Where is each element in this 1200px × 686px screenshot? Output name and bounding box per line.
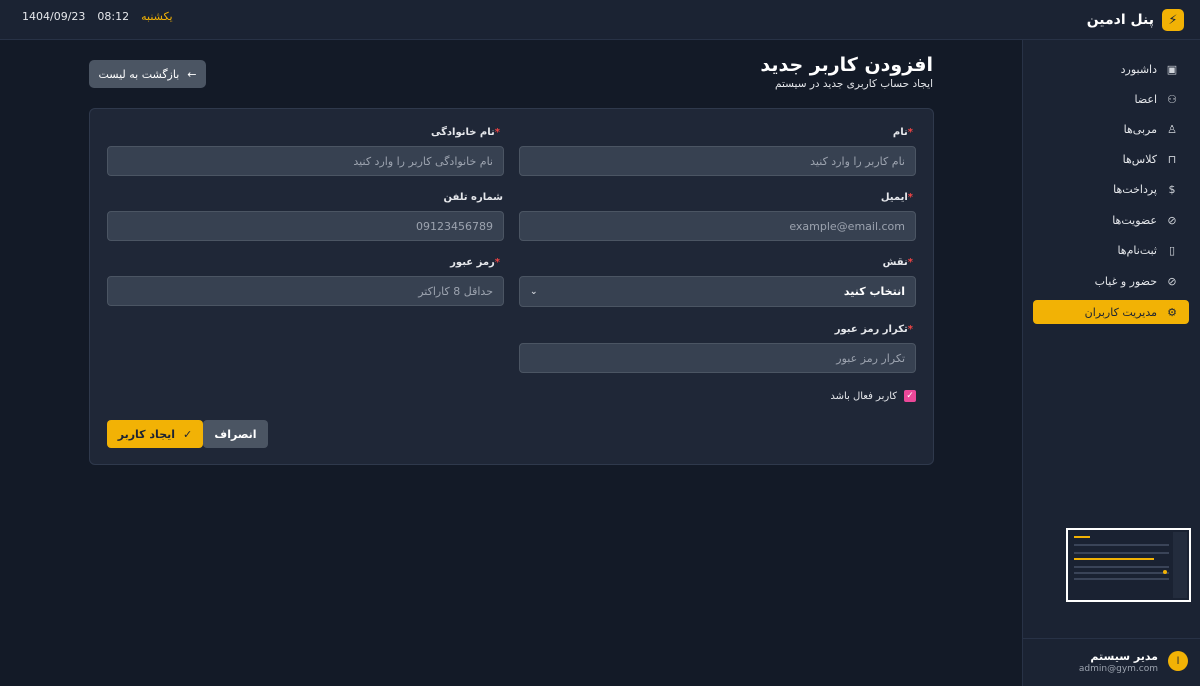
- user-icon: ♙: [1167, 122, 1177, 136]
- preview-line: [1074, 544, 1169, 546]
- phone-label: شماره تلفن: [444, 192, 503, 203]
- avatar: ا: [1168, 651, 1188, 671]
- email-label-text: ایمیل: [880, 192, 908, 203]
- sidebar: ▣ داشبورد ⚇ اعضا ♙ مربی‌ها ⊓ کلاس‌ها $ پ…: [1022, 40, 1200, 686]
- last-name-input[interactable]: [107, 146, 504, 176]
- sidebar-item-payments[interactable]: $ پرداخت‌ها: [1033, 177, 1189, 201]
- email-label: ایمیل*: [881, 192, 916, 203]
- brand[interactable]: ⚡ پنل ادمین: [1087, 6, 1184, 34]
- day-of-week: یکشنبه: [141, 10, 173, 23]
- dollar-icon: $: [1168, 182, 1176, 196]
- role-selected-value: انتخاب کنید: [843, 285, 905, 298]
- required-mark: *: [494, 257, 500, 268]
- user-form-card: نام* نام خانوادگی* ایمیل* شماره تلفن نقش…: [89, 108, 934, 465]
- password-confirm-label-text: تکرار رمز عبور: [834, 324, 908, 335]
- active-user-checkbox-row[interactable]: ✓ کاربر فعال باشد: [830, 390, 916, 402]
- sidebar-item-user-management[interactable]: ⚙ مدیریت کاربران: [1033, 300, 1189, 324]
- active-user-checkbox-label: کاربر فعال باشد: [830, 390, 897, 402]
- date-time: 1404/09/23 08:12 یکشنبه: [22, 10, 173, 23]
- preview-sidebar: [1173, 532, 1187, 598]
- sidebar-item-registrations[interactable]: ▯ ثبت‌نام‌ها: [1033, 238, 1189, 262]
- sidebar-item-label: پرداخت‌ها: [1113, 182, 1157, 196]
- user-cog-icon: ⚙: [1167, 305, 1177, 319]
- lightning-icon: ⚡: [1162, 9, 1184, 31]
- role-label: نقش*: [883, 257, 916, 268]
- create-user-button-label: ایجاد کاربر: [117, 427, 176, 441]
- last-name-label: نام خانوادگی*: [431, 127, 503, 138]
- page-preview-thumbnail[interactable]: [1066, 528, 1191, 602]
- back-to-list-button[interactable]: ← بازگشت به لیست: [89, 60, 206, 88]
- check-circle-icon: ⊘: [1167, 274, 1177, 288]
- date: 1404/09/23: [22, 10, 86, 23]
- required-mark: *: [907, 192, 913, 203]
- preview-accent: [1074, 536, 1090, 538]
- cancel-button[interactable]: انصراف: [203, 420, 268, 448]
- arrow-left-icon: ←: [187, 67, 197, 81]
- active-user-checkbox[interactable]: ✓: [904, 390, 916, 402]
- user-email: admin@gym.com: [1078, 664, 1158, 674]
- back-button-label: بازگشت به لیست: [98, 67, 180, 81]
- preview-line: [1074, 552, 1169, 554]
- preview-line: [1074, 578, 1169, 580]
- sidebar-item-label: حضور و غیاب: [1094, 274, 1157, 288]
- preview-accent: [1074, 558, 1154, 560]
- user-name: مدیر سیستم: [1090, 650, 1158, 663]
- sidebar-item-label: عضویت‌ها: [1112, 213, 1157, 227]
- password-label-text: رمز عبور: [450, 257, 495, 268]
- required-mark: *: [494, 127, 500, 138]
- chevron-down-icon: ⌄: [530, 286, 538, 297]
- sidebar-item-label: کلاس‌ها: [1122, 152, 1157, 166]
- password-confirm-label: تکرار رمز عبور*: [835, 324, 916, 335]
- sidebar-item-label: داشبورد: [1120, 62, 1157, 76]
- clipboard-icon: ▯: [1168, 243, 1176, 257]
- cancel-button-label: انصراف: [214, 427, 257, 441]
- top-bar: ⚡ پنل ادمین 1404/09/23 08:12 یکشنبه: [0, 0, 1200, 40]
- role-label-text: نقش: [882, 257, 908, 268]
- page-subtitle: ایجاد حساب کاربری جدید در سیستم: [775, 78, 933, 90]
- users-icon: ⚇: [1167, 92, 1177, 106]
- sidebar-item-label: مربی‌ها: [1123, 122, 1157, 136]
- sidebar-item-dashboard[interactable]: ▣ داشبورد: [1033, 57, 1189, 81]
- preview-line: [1074, 566, 1169, 568]
- time: 08:12: [97, 10, 130, 23]
- sidebar-item-members[interactable]: ⚇ اعضا: [1033, 87, 1189, 111]
- password-input[interactable]: [107, 276, 504, 306]
- password-confirm-input[interactable]: [519, 343, 916, 373]
- sidebar-item-attendance[interactable]: ⊘ حضور و غیاب: [1033, 269, 1189, 293]
- phone-input[interactable]: [107, 211, 504, 241]
- phone-label-text: شماره تلفن: [443, 192, 503, 203]
- first-name-label-text: نام: [892, 127, 908, 138]
- checkmark-icon: ✓: [183, 427, 193, 441]
- first-name-label: نام*: [893, 127, 916, 138]
- sidebar-item-trainers[interactable]: ♙ مربی‌ها: [1033, 117, 1189, 141]
- create-user-button[interactable]: ✓ ایجاد کاربر: [107, 420, 203, 448]
- last-name-label-text: نام خانوادگی: [430, 127, 495, 138]
- required-mark: *: [907, 127, 913, 138]
- sidebar-item-classes[interactable]: ⊓ کلاس‌ها: [1033, 147, 1189, 171]
- role-select[interactable]: ⌄ انتخاب کنید: [519, 276, 916, 307]
- sidebar-item-memberships[interactable]: ⊘ عضویت‌ها: [1033, 208, 1189, 232]
- sidebar-item-label: اعضا: [1134, 92, 1157, 106]
- sidebar-item-label: ثبت‌نام‌ها: [1117, 243, 1157, 257]
- preview-line: [1074, 572, 1169, 574]
- password-label: رمز عبور*: [450, 257, 503, 268]
- bag-icon: ⊓: [1167, 152, 1177, 166]
- email-input[interactable]: [519, 211, 916, 241]
- preview-dot: [1163, 570, 1167, 574]
- first-name-input[interactable]: [519, 146, 916, 176]
- briefcase-icon: ▣: [1166, 62, 1178, 76]
- page-title: افزودن کاربر جدید: [760, 54, 933, 76]
- check-circle-icon: ⊘: [1167, 213, 1177, 227]
- sidebar-item-label: مدیریت کاربران: [1084, 305, 1157, 319]
- required-mark: *: [907, 324, 913, 335]
- required-mark: *: [907, 257, 913, 268]
- user-profile[interactable]: ا مدیر سیستم admin@gym.com: [1022, 638, 1200, 686]
- brand-title: پنل ادمین: [1086, 12, 1154, 28]
